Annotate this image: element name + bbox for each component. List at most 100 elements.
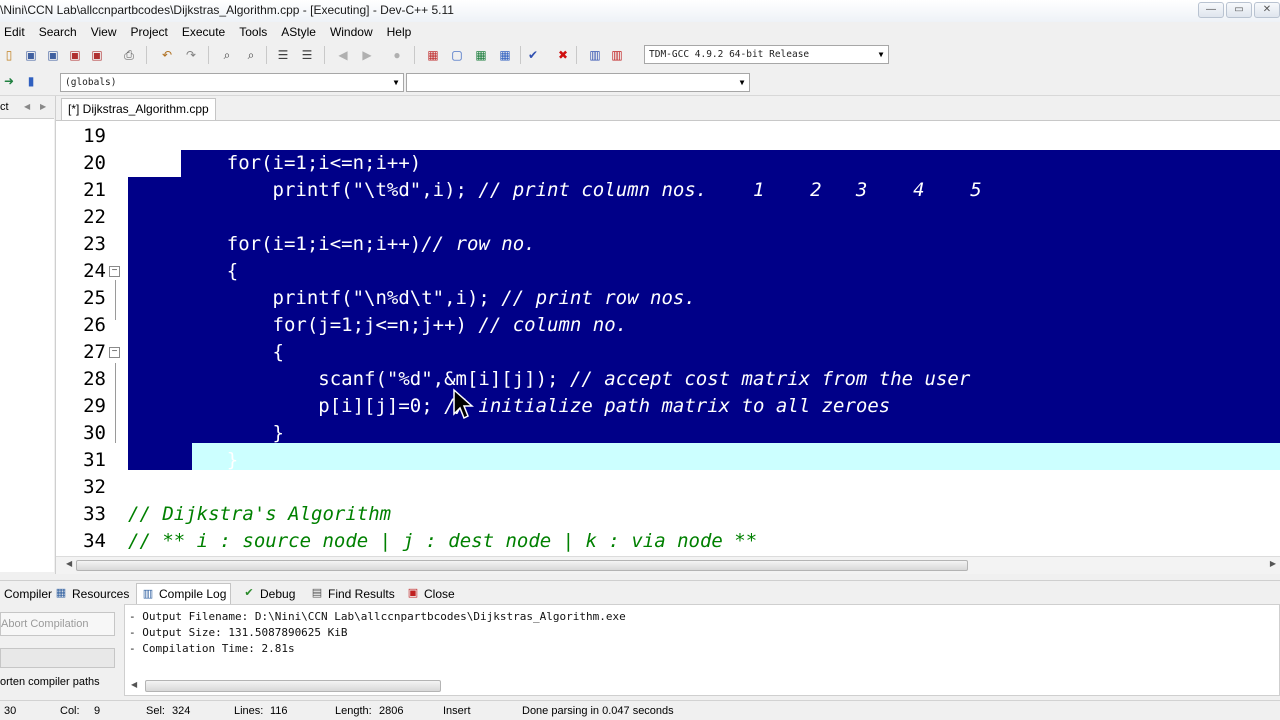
scroll-right-icon[interactable]: ▶ [1270,559,1276,568]
shorten-paths-checkbox[interactable]: orten compiler paths [0,676,100,688]
print-icon[interactable]: ⎙ [120,46,138,64]
bookmark-icon[interactable]: ▮ [22,72,40,90]
line-number: 34 [83,530,106,552]
profile-icon[interactable]: ▥ [586,46,604,64]
mouse-pointer-icon [453,388,474,420]
goto-line-icon[interactable]: ● [388,46,406,64]
save-icon[interactable]: ▣ [22,46,40,64]
save-all-icon[interactable]: ▣ [44,46,62,64]
menu-help[interactable]: Help [380,25,419,39]
fold-toggle-icon[interactable]: − [109,347,120,358]
tab-dijkstras-algorithm[interactable]: [*] Dijkstras_Algorithm.cpp [61,98,216,120]
scope-select[interactable]: (globals) ▼ [60,73,404,92]
menu-tools[interactable]: Tools [232,25,274,39]
close-window-button[interactable]: ✕ [1254,2,1280,18]
scrollbar-thumb[interactable] [145,680,441,692]
new-file-icon[interactable]: ▯ [0,46,18,64]
tab-close[interactable]: ▣ Close [402,583,459,604]
toolbar-separator [324,46,325,64]
menu-astyle[interactable]: AStyle [274,25,323,39]
code-text: { [181,260,239,282]
menu-view[interactable]: View [84,25,124,39]
code-text: for(j=1;j<=n;j++) [181,314,479,336]
tab-find-results-label: Find Results [328,586,395,601]
code-text: for(i=1;i<=n;i++) [181,152,422,174]
goto-icon[interactable]: ➜ [0,72,18,90]
line-number: 23 [83,233,106,255]
code-text: { [181,341,284,363]
chevron-left-icon[interactable]: ◀ [24,98,30,116]
scrollbar-thumb[interactable] [76,560,968,571]
chevron-right-icon[interactable]: ▶ [40,98,46,116]
undo-icon[interactable]: ↶ [158,46,176,64]
toolbar-separator [520,46,521,64]
tab-compiler[interactable]: Compiler [0,583,56,604]
scroll-left-icon[interactable]: ◀ [66,559,72,568]
scroll-left-icon[interactable]: ◀ [131,680,137,689]
main-toolbar: ▯ ▣ ▣ ▣ ▣ ⎙ ↶ ↷ ⌕ ⌕ ☰ ☰ ◀ ▶ ● ▦ ▢ ▦ ▦ ✔ … [0,42,1280,68]
maximize-button[interactable]: ▭ [1226,2,1252,18]
check-icon: ✔ [244,587,254,599]
line-number: 33 [83,503,106,525]
code-line: 32 [56,474,1280,501]
chevron-down-icon: ▼ [393,78,399,87]
close-all-icon[interactable]: ▣ [88,46,106,64]
nav-forward-icon[interactable]: ▶ [358,46,376,64]
toolbar-separator [576,46,577,64]
nav-back-icon[interactable]: ◀ [334,46,352,64]
menu-execute[interactable]: Execute [175,25,232,39]
compile-run-icon[interactable]: ▦ [472,46,490,64]
code-line: 19 [56,123,1280,150]
line-number: 27 [83,341,106,363]
chart-icon: ▥ [142,587,154,600]
tab-close-label: Close [424,586,455,601]
status-bar: 30 Col: 9 Sel: 324 Lines: 116 Length: 28… [0,700,1280,720]
compiler-select[interactable]: TDM-GCC 4.9.2 64-bit Release ▼ [644,45,889,64]
rebuild-icon[interactable]: ▦ [496,46,514,64]
title-bar: \Nini\CCN Lab\allccnpartbcodes\Dijkstras… [0,0,1280,22]
code-editor[interactable]: 19 20 for(i=1;i<=n;i++) 21 printf("\t%d"… [56,120,1280,556]
find-icon[interactable]: ⌕ [218,46,236,64]
line-number: 25 [83,287,106,309]
tab-find-results[interactable]: ▤ Find Results [306,583,399,604]
abort-compilation-button[interactable]: Abort Compilation [0,612,115,636]
redo-icon[interactable]: ↷ [182,46,200,64]
stop-execution-icon[interactable]: ✖ [554,46,572,64]
close-file-icon[interactable]: ▣ [66,46,84,64]
close-icon: ▣ [407,587,419,599]
minimize-button[interactable]: — [1198,2,1224,18]
tab-resources[interactable]: ▦ Resources [50,583,133,604]
project-tree[interactable] [0,118,54,572]
code-text: printf("\t%d",i); [181,179,479,201]
project-tab[interactable]: ct ◀ ▶ [0,98,54,116]
tab-debug[interactable]: ✔ Debug [238,583,299,604]
status-sel-label: Sel: [146,705,165,717]
replace-icon[interactable]: ⌕ [242,46,260,64]
status-sel: 324 [172,705,191,717]
menu-project[interactable]: Project [124,25,175,39]
compile-log[interactable]: - Output Filename: D:\Nini\CCN Lab\allcc… [124,604,1280,696]
run-icon[interactable]: ▢ [448,46,466,64]
member-select[interactable]: ▼ [406,73,750,92]
menu-edit[interactable]: Edit [0,25,32,39]
code-text: } [181,449,239,471]
tab-resources-label: Resources [72,586,130,601]
menu-window[interactable]: Window [323,25,380,39]
log-horizontal-scrollbar[interactable]: ◀ [129,679,1277,693]
code-text: printf("\n%d\t",i); [181,287,502,309]
fold-toggle-icon[interactable]: − [109,266,120,277]
code-comment: // ** i : source node | j : dest node | … [128,530,758,552]
menu-search[interactable]: Search [32,25,84,39]
unindent-icon[interactable]: ☰ [298,46,316,64]
indent-icon[interactable]: ☰ [274,46,292,64]
syntax-check-icon[interactable]: ✔ [524,46,542,64]
code-line: 30 } [56,420,1280,447]
code-comment: // Dijkstra's Algorithm [128,503,392,525]
chevron-down-icon: ▼ [878,50,884,59]
editor-horizontal-scrollbar[interactable]: ◀ ▶ [56,556,1280,574]
status-lines: 116 [270,705,288,717]
tab-compile-log[interactable]: ▥ Compile Log [136,583,232,604]
compile-icon[interactable]: ▦ [424,46,442,64]
delete-profile-icon[interactable]: ▥ [608,46,626,64]
code-line: 24 − { [56,258,1280,285]
